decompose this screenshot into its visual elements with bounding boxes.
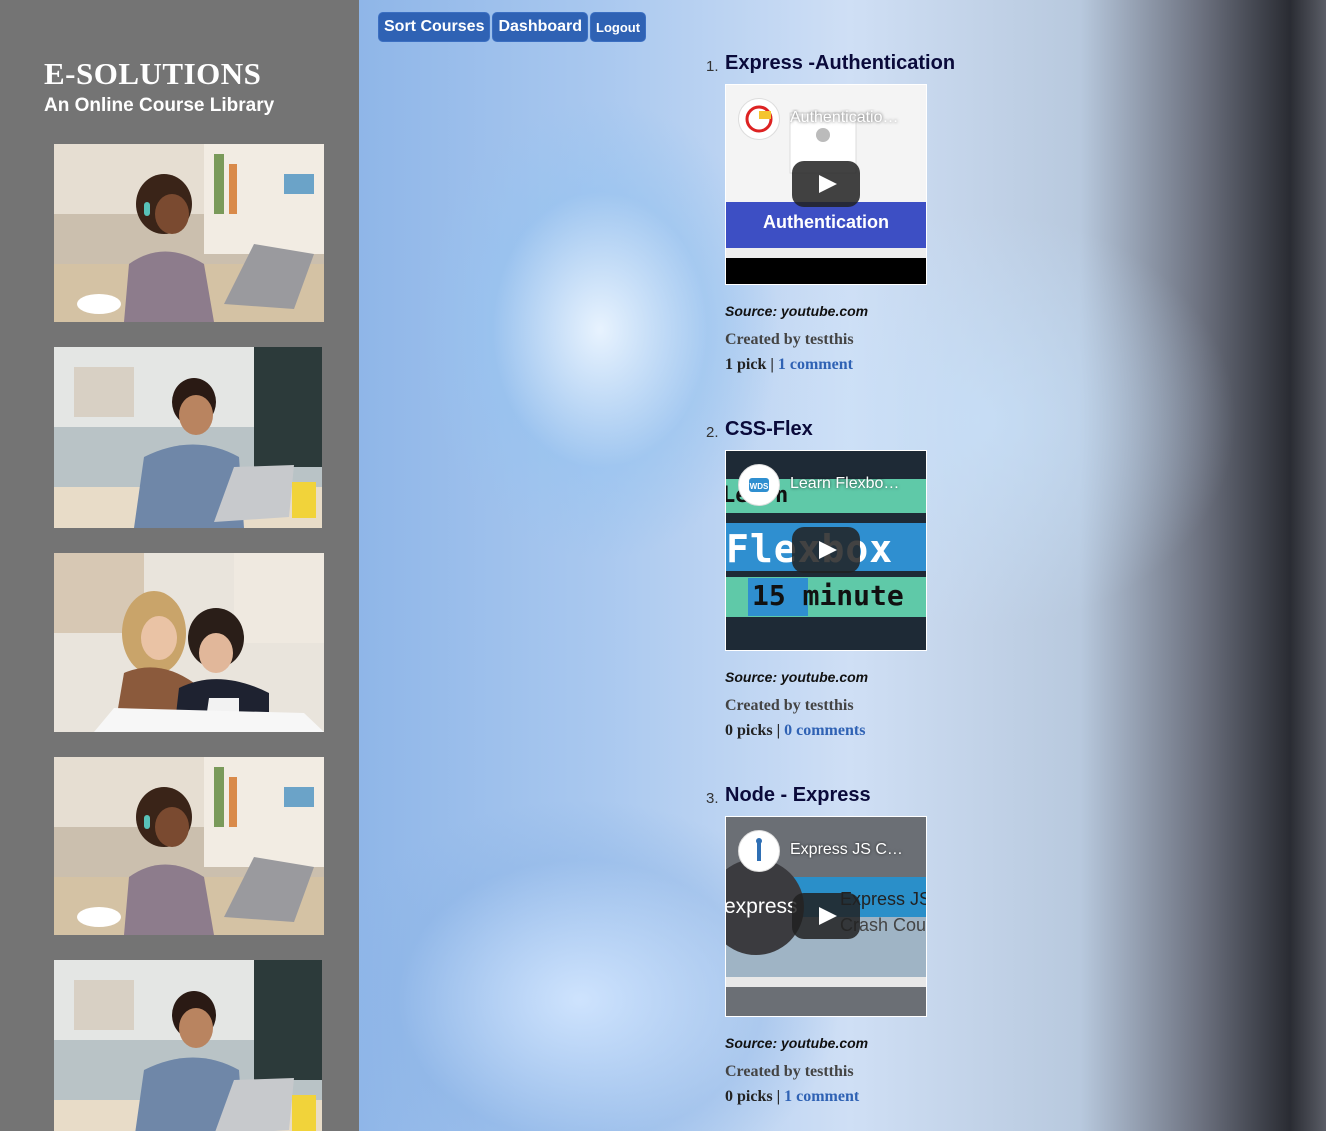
course-source: Source: youtube.com [725, 303, 869, 319]
course-item: 3. Node - Express express Express JS Cra… [700, 784, 1060, 1124]
picks-count: 0 picks [725, 1088, 773, 1105]
course-number: 3. [706, 790, 719, 807]
video-text-line: express [725, 895, 798, 918]
play-icon[interactable] [792, 527, 860, 573]
comments-link[interactable]: 0 comments [784, 722, 865, 739]
course-stats: 0 picks | 1 comment [725, 1088, 859, 1106]
course-author: Created by testthis [725, 697, 854, 714]
site-subtitle: An Online Course Library [44, 95, 275, 116]
student-girl-laptop-image [54, 144, 324, 322]
logout-button[interactable]: Logout [591, 13, 646, 41]
video-text-line: 15 minute [752, 579, 904, 612]
video-embed[interactable]: express Express JS Crash Cours Express J… [725, 816, 927, 1017]
student-boy-laptop-image [54, 347, 322, 528]
comments-link[interactable]: 1 comment [778, 356, 853, 373]
separator: | [766, 356, 778, 373]
course-number: 2. [706, 424, 719, 441]
play-icon[interactable] [792, 893, 860, 939]
course-item: 1. Express -Authentication Authenticatio… [700, 52, 1060, 392]
picks-count: 0 picks [725, 722, 773, 739]
play-icon[interactable] [792, 161, 860, 207]
student-girl-laptop-image [54, 757, 324, 935]
video-title: Express JS C… [790, 841, 903, 858]
course-stats: 0 picks | 0 comments [725, 722, 865, 740]
video-embed[interactable]: Learn Flexbox 15 minute WDS Learn Flexbo… [725, 450, 927, 651]
course-title[interactable]: Express -Authentication [725, 52, 955, 75]
sidebar: E-SOLUTIONS An Online Course Library [0, 0, 359, 1131]
course-title[interactable]: CSS-Flex [725, 418, 813, 441]
course-author: Created by testthis [725, 331, 854, 348]
course-source: Source: youtube.com [725, 1035, 869, 1051]
separator: | [772, 722, 785, 739]
channel-logo-icon [738, 98, 780, 140]
course-title[interactable]: Node - Express [725, 784, 871, 807]
video-title: Learn Flexbo… [790, 475, 900, 492]
video-embed[interactable]: Authenticatio… Authentication [725, 84, 927, 285]
video-title: Authenticatio… [790, 109, 899, 126]
separator: | [772, 1088, 785, 1105]
channel-logo-icon: WDS [738, 464, 780, 506]
dashboard-button[interactable]: Dashboard [493, 13, 588, 41]
video-caption: Authentication [763, 212, 889, 232]
course-number: 1. [706, 58, 719, 75]
picks-count: 1 pick [725, 356, 767, 373]
two-women-computer-image [54, 553, 324, 732]
site-title: E-SOLUTIONS [44, 56, 262, 91]
course-source: Source: youtube.com [725, 669, 869, 685]
course-stats: 1 pick | 1 comment [725, 356, 853, 374]
channel-logo-icon [738, 830, 780, 872]
student-boy-laptop-image [54, 960, 322, 1131]
sort-courses-button[interactable]: Sort Courses [379, 13, 490, 41]
course-item: 2. CSS-Flex Learn Flexbox 15 minute WDS … [700, 418, 1060, 758]
comments-link[interactable]: 1 comment [784, 1088, 859, 1105]
svg-text:WDS: WDS [750, 482, 769, 491]
top-nav: Sort Courses Dashboard Logout [379, 13, 646, 41]
course-author: Created by testthis [725, 1063, 854, 1080]
